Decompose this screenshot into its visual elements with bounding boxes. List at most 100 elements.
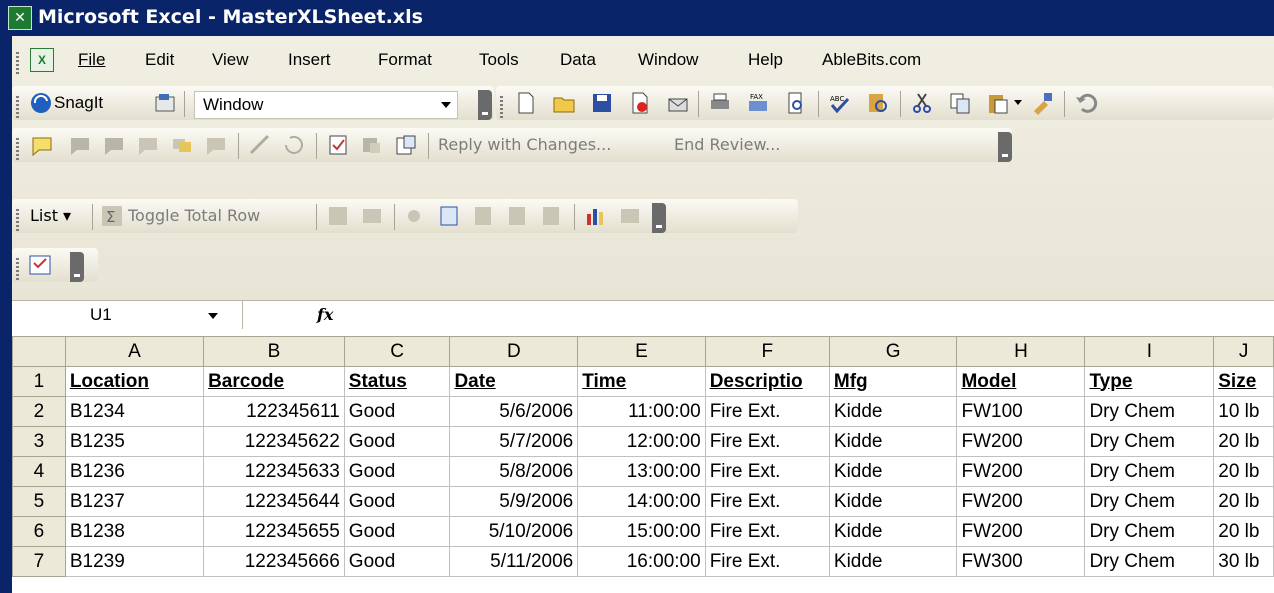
column-header-e[interactable]: E (577, 336, 706, 367)
cell[interactable]: 122345655 (203, 516, 345, 547)
cell[interactable]: Kidde (828, 486, 958, 517)
toolbar-grip[interactable] (16, 258, 19, 280)
open-folder-icon[interactable] (552, 91, 576, 115)
menubar-grip[interactable] (16, 52, 19, 74)
cell[interactable]: 122345622 (203, 426, 345, 457)
reply-with-changes-button[interactable]: Reply with Changes... (438, 135, 611, 154)
menu-data[interactable]: Data (560, 50, 596, 70)
snagit-profile-dropdown[interactable]: Window (194, 91, 458, 119)
cell[interactable]: Dry Chem (1084, 396, 1215, 427)
menu-view[interactable]: View (212, 50, 249, 70)
cell[interactable]: 5/10/2006 (449, 516, 579, 547)
cell[interactable]: FW200 (956, 426, 1086, 457)
cell[interactable]: B1236 (64, 456, 205, 487)
cell[interactable]: 122345611 (203, 396, 345, 427)
cell[interactable]: B1234 (64, 396, 205, 427)
cell[interactable]: B1238 (64, 516, 205, 547)
cell[interactable]: 10 lb (1213, 396, 1274, 427)
cell[interactable]: Kidde (828, 546, 958, 577)
cell[interactable]: 14:00:00 (577, 486, 706, 517)
fx-icon[interactable]: fx (317, 305, 333, 324)
cell[interactable]: 12:00:00 (577, 426, 706, 457)
save-icon[interactable] (590, 91, 614, 115)
cell[interactable]: 20 lb (1213, 516, 1274, 547)
cell[interactable]: 15:00:00 (577, 516, 706, 547)
format-painter-icon[interactable] (1030, 91, 1054, 115)
cell[interactable]: Kidde (828, 456, 958, 487)
row-header[interactable]: 1 (12, 366, 66, 397)
toolbar-grip[interactable] (500, 96, 503, 118)
cell[interactable]: 20 lb (1213, 486, 1274, 517)
cell[interactable]: Fire Ext. (704, 456, 830, 487)
toolbar-options-icon[interactable] (998, 132, 1012, 162)
cell[interactable]: Status (343, 366, 451, 397)
toolbar-options-icon[interactable] (652, 203, 666, 233)
toolbar-grip[interactable] (16, 96, 19, 118)
cell[interactable]: Kidde (828, 396, 958, 427)
menu-tools[interactable]: Tools (479, 50, 519, 70)
cell[interactable]: Fire Ext. (704, 426, 830, 457)
share-workbook-icon[interactable] (394, 133, 418, 157)
row-header[interactable]: 5 (12, 486, 66, 517)
cell[interactable]: Kidde (828, 426, 958, 457)
cell[interactable]: Kidde (828, 516, 958, 547)
cell[interactable]: Location (64, 366, 205, 397)
cell[interactable]: Size (1213, 366, 1274, 397)
cell[interactable]: Dry Chem (1084, 426, 1215, 457)
research-icon[interactable] (866, 91, 890, 115)
name-box[interactable]: U1 (12, 301, 243, 329)
cell[interactable]: 20 lb (1213, 456, 1274, 487)
menu-edit[interactable]: Edit (145, 50, 174, 70)
column-header-j[interactable]: J (1213, 336, 1274, 367)
menu-window[interactable]: Window (638, 50, 698, 70)
cell[interactable]: 122345633 (203, 456, 345, 487)
column-header-f[interactable]: F (704, 336, 830, 367)
cell[interactable]: FW300 (956, 546, 1086, 577)
paste-options-dropdown[interactable] (1014, 100, 1022, 105)
cell[interactable]: Dry Chem (1084, 456, 1215, 487)
column-header-i[interactable]: I (1084, 336, 1215, 367)
cell[interactable]: Good (343, 426, 451, 457)
toolbar-options-icon[interactable] (478, 90, 492, 120)
cell[interactable]: Fire Ext. (704, 396, 830, 427)
cell[interactable]: 5/8/2006 (449, 456, 579, 487)
cell[interactable]: B1235 (64, 426, 205, 457)
menu-file[interactable]: File (78, 50, 105, 70)
snagit-icon[interactable] (30, 92, 52, 114)
menu-help[interactable]: Help (748, 50, 783, 70)
row-header[interactable]: 3 (12, 426, 66, 457)
cell[interactable]: 5/7/2006 (449, 426, 579, 457)
track-changes-icon[interactable] (326, 133, 350, 157)
cell[interactable]: Fire Ext. (704, 516, 830, 547)
cell[interactable]: Date (449, 366, 579, 397)
column-header-a[interactable]: A (64, 336, 205, 367)
cell[interactable]: Mfg (828, 366, 958, 397)
chart-icon[interactable] (584, 204, 608, 228)
publish-list-icon[interactable] (438, 204, 462, 228)
snagit-capture-icon[interactable] (154, 92, 178, 114)
cell[interactable]: FW200 (956, 516, 1086, 547)
menu-ablebits[interactable]: AbleBits.com (822, 50, 921, 70)
form-icon[interactable] (28, 253, 52, 277)
cell[interactable]: Good (343, 546, 451, 577)
cell[interactable]: Dry Chem (1084, 516, 1215, 547)
row-header[interactable]: 7 (12, 546, 66, 577)
paste-icon[interactable] (986, 91, 1010, 115)
cut-icon[interactable] (910, 91, 934, 115)
cell[interactable]: Barcode (203, 366, 345, 397)
new-file-icon[interactable] (514, 91, 538, 115)
cell[interactable]: 20 lb (1213, 426, 1274, 457)
cell[interactable]: FW200 (956, 456, 1086, 487)
column-header-h[interactable]: H (956, 336, 1086, 367)
cell[interactable]: Good (343, 486, 451, 517)
cell[interactable]: 122345666 (203, 546, 345, 577)
cell[interactable]: Fire Ext. (704, 486, 830, 517)
cell[interactable]: FW100 (956, 396, 1086, 427)
cell[interactable]: 5/11/2006 (449, 546, 579, 577)
select-all-corner[interactable] (12, 336, 66, 367)
row-header[interactable]: 2 (12, 396, 66, 427)
permission-icon[interactable] (628, 91, 652, 115)
toolbar-options-icon[interactable] (70, 252, 84, 282)
toolbar-grip[interactable] (16, 138, 19, 160)
cell[interactable]: 5/9/2006 (449, 486, 579, 517)
